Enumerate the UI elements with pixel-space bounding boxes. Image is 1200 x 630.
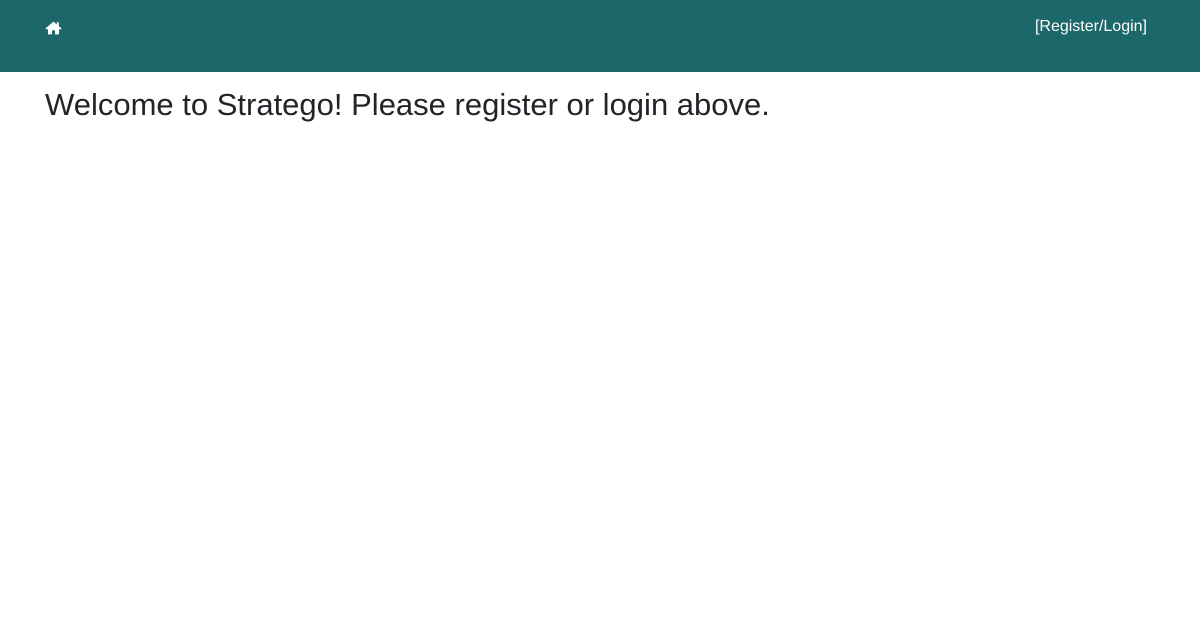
register-login-link[interactable]: [Register/Login] <box>1035 17 1147 37</box>
main-content: Welcome to Stratego! Please register or … <box>45 85 1155 125</box>
home-icon <box>45 21 62 35</box>
welcome-message: Welcome to Stratego! Please register or … <box>45 87 770 122</box>
top-navbar: [Register/Login] <box>0 0 1200 72</box>
home-link[interactable] <box>40 15 66 41</box>
